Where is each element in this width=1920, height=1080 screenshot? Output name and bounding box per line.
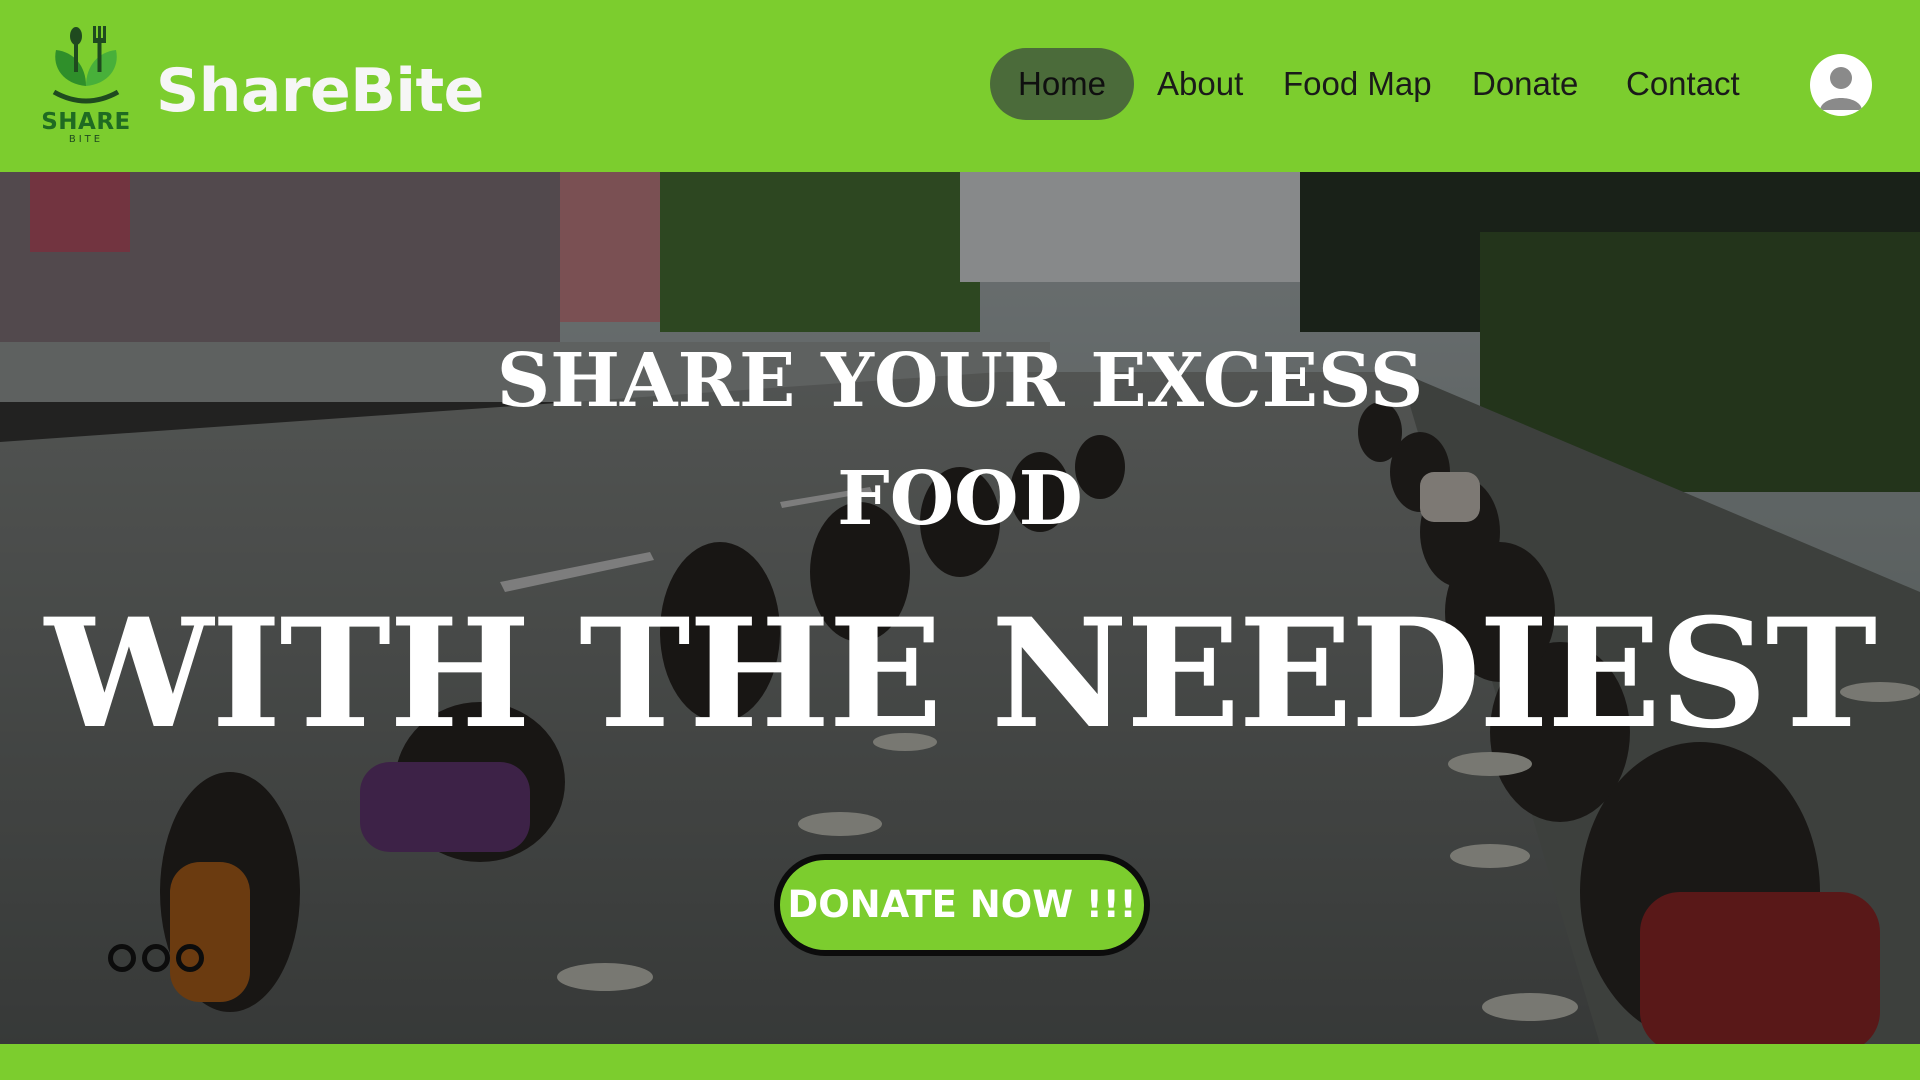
sharebite-logo[interactable]: SHARE BITE [36, 24, 136, 148]
site-header: SHARE BITE ShareBite Home About Food Map… [0, 0, 1920, 172]
logo-share-text: SHARE [41, 109, 131, 135]
bottom-green-strip [0, 1044, 1920, 1080]
user-avatar-icon [1820, 67, 1862, 110]
slide-dot-1[interactable] [108, 944, 136, 972]
donate-now-button[interactable]: DONATE NOW !!! [774, 854, 1150, 956]
nav-home[interactable]: Home [990, 48, 1134, 120]
nav-contact[interactable]: Contact [1626, 48, 1740, 120]
fork-spoon-leaf-icon [52, 26, 120, 104]
nav-food-map[interactable]: Food Map [1283, 48, 1432, 120]
hero-headline-line2: FOOD [837, 456, 1083, 542]
hero-headline-main: WITH THE NEEDIEST [44, 586, 1877, 762]
nav-donate[interactable]: Donate [1472, 48, 1578, 120]
logo-bite-text: BITE [68, 134, 104, 145]
user-avatar[interactable] [1810, 54, 1872, 116]
slide-dot-3[interactable] [176, 944, 204, 972]
nav-about[interactable]: About [1157, 48, 1243, 120]
brand-name[interactable]: ShareBite [156, 56, 484, 126]
hero-headline-top: SHARE YOUR EXCESS FOOD [0, 322, 1920, 558]
slide-dot-2[interactable] [142, 944, 170, 972]
hero-section: SHARE YOUR EXCESS FOOD WITH THE NEEDIEST… [0, 172, 1920, 1044]
hero-headline-line1: SHARE YOUR EXCESS [496, 338, 1424, 424]
